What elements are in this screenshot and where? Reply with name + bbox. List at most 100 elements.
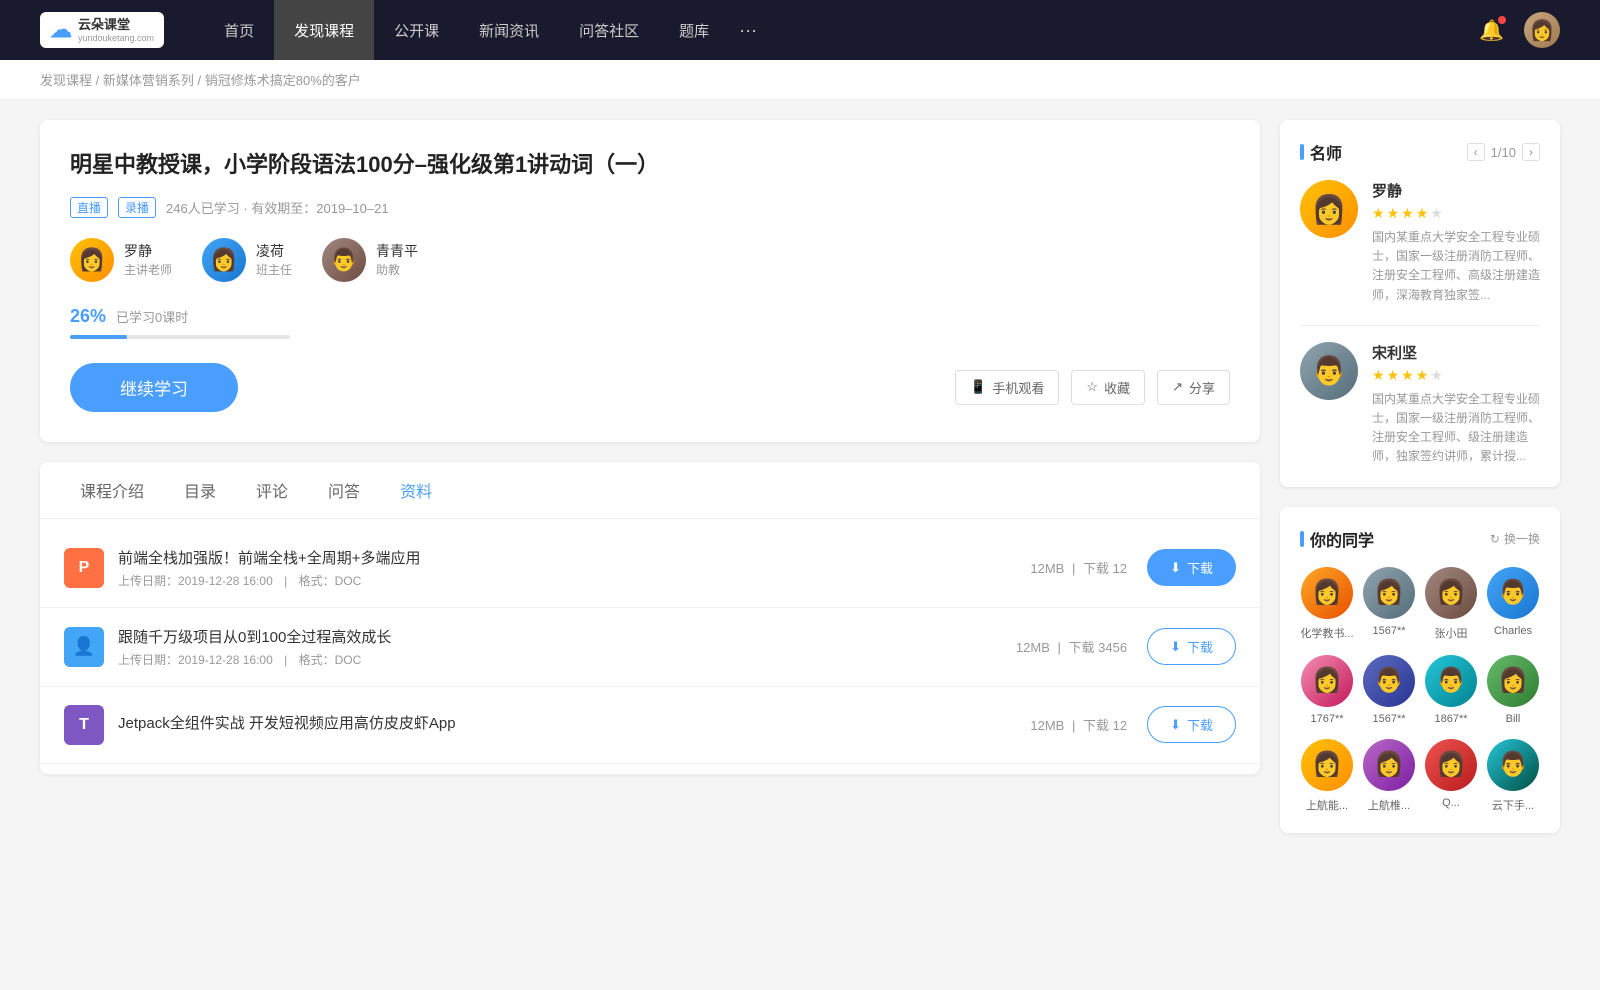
classmate-1[interactable]: 👩 1567** — [1362, 567, 1416, 641]
teacher-2-avatar: 👨 — [322, 238, 366, 282]
teacher-2: 👨 青青平 助教 — [322, 238, 418, 282]
nav-item-home[interactable]: 首页 — [204, 0, 274, 60]
teacher-2-name: 青青平 — [376, 241, 418, 261]
classmates-widget-header: 你的同学 ↻ 换一换 — [1300, 527, 1540, 551]
star-icon: ☆ — [1086, 379, 1098, 395]
nav-item-qa[interactable]: 问答社区 — [559, 0, 659, 60]
breadcrumb: 发现课程 / 新媒体营销系列 / 销冠修炼术搞定80%的客户 — [0, 60, 1600, 100]
classmate-2[interactable]: 👩 张小田 — [1424, 567, 1478, 641]
classmate-name-4: 1767** — [1310, 713, 1343, 725]
nav-more[interactable]: ··· — [729, 20, 767, 41]
file-name-0: 前端全栈加强版！前端全栈+全周期+多端应用 — [118, 547, 1030, 568]
course-title: 明星中教授课，小学阶段语法100分–强化级第1讲动词（一） — [70, 150, 1230, 181]
refresh-icon: ↻ — [1490, 532, 1500, 546]
classmates-widget: 你的同学 ↻ 换一换 👩 化学教书... 👩 1567** 👩 — [1280, 507, 1560, 833]
file-size-0: 12MB | 下载 12 — [1030, 558, 1127, 577]
progress-bar-fill — [70, 335, 127, 339]
teachers-page: 1/10 — [1491, 145, 1516, 160]
navbar: ☁ 云朵课堂 yundouketang.com 首页 发现课程 公开课 新闻资讯… — [0, 0, 1600, 60]
classmate-10[interactable]: 👩 Q... — [1424, 739, 1478, 813]
tab-comments[interactable]: 评论 — [236, 462, 308, 518]
teacher-card-0-avatar: 👩 — [1300, 180, 1358, 238]
continue-learning-button[interactable]: 继续学习 — [70, 363, 238, 412]
breadcrumb-link-2[interactable]: 新媒体营销系列 — [103, 73, 194, 88]
classmate-name-9: 上航椎... — [1368, 797, 1410, 813]
bell-dot — [1498, 16, 1506, 24]
teachers-row: 👩 罗静 主讲老师 👩 凌荷 班主任 👨 青青平 — [70, 238, 1230, 282]
classmates-grid: 👩 化学教书... 👩 1567** 👩 张小田 👨 Charles — [1300, 567, 1540, 813]
tab-materials[interactable]: 资料 — [380, 462, 452, 518]
progress-time: 已学习0课时 — [116, 307, 188, 326]
download-button-1[interactable]: ⬇ 下载 — [1147, 628, 1236, 665]
classmate-name-2: 张小田 — [1435, 625, 1468, 641]
file-info-0: 前端全栈加强版！前端全栈+全周期+多端应用 上传日期：2019-12-28 16… — [118, 547, 1030, 589]
teacher-1-avatar: 👩 — [202, 238, 246, 282]
classmate-name-8: 上航能... — [1306, 797, 1348, 813]
teacher-2-role: 助教 — [376, 261, 418, 278]
classmate-6[interactable]: 👨 1867** — [1424, 655, 1478, 725]
progress-bar-bg — [70, 335, 290, 339]
classmate-0[interactable]: 👩 化学教书... — [1300, 567, 1354, 641]
teacher-card-0-info: 罗静 ★★★★★ 国内某重点大学安全工程专业硕士，国家一级注册消防工程师、注册安… — [1372, 180, 1540, 305]
teacher-card-1-avatar: 👨 — [1300, 342, 1358, 400]
teachers-widget-header: 名师 ‹ 1/10 › — [1300, 140, 1540, 164]
teacher-0-avatar: 👩 — [70, 238, 114, 282]
favorite-label: 收藏 — [1104, 378, 1130, 397]
teacher-card-0: 👩 罗静 ★★★★★ 国内某重点大学安全工程专业硕士，国家一级注册消防工程师、注… — [1300, 180, 1540, 305]
file-icon-2: T — [64, 705, 104, 745]
teachers-next-button[interactable]: › — [1522, 143, 1540, 161]
file-name-1: 跟随千万级项目从0到100全过程高效成长 — [118, 626, 1016, 647]
share-icon: ↗ — [1172, 379, 1183, 395]
teachers-widget-nav: ‹ 1/10 › — [1467, 143, 1540, 161]
classmate-name-10: Q... — [1442, 797, 1460, 809]
download-icon-1: ⬇ — [1170, 639, 1181, 655]
download-button-2[interactable]: ⬇ 下载 — [1147, 706, 1236, 743]
progress-percent: 26% — [70, 306, 106, 327]
file-meta-0: 上传日期：2019-12-28 16:00 | 格式：DOC — [118, 572, 1030, 589]
user-avatar[interactable]: 👩 — [1524, 12, 1560, 48]
tab-qa[interactable]: 问答 — [308, 462, 380, 518]
file-name-2: Jetpack全组件实战 开发短视频应用高仿皮皮虾App — [118, 712, 1030, 733]
file-meta-1: 上传日期：2019-12-28 16:00 | 格式：DOC — [118, 651, 1016, 668]
tab-catalog[interactable]: 目录 — [164, 462, 236, 518]
logo-text: 云朵课堂 — [78, 17, 154, 33]
download-button-0[interactable]: ⬇ 下载 — [1147, 549, 1236, 586]
teacher-0-name: 罗静 — [124, 241, 172, 261]
nav-item-exam[interactable]: 题库 — [659, 0, 729, 60]
nav-right: 🔔 👩 — [1479, 12, 1560, 48]
favorite-button[interactable]: ☆ 收藏 — [1071, 370, 1145, 405]
share-button[interactable]: ↗ 分享 — [1157, 370, 1230, 405]
classmates-widget-title: 你的同学 — [1300, 527, 1374, 551]
classmate-11[interactable]: 👨 云下手... — [1486, 739, 1540, 813]
tag-record: 录播 — [118, 197, 156, 218]
course-meta: 直播 录播 246人已学习 · 有效期至：2019–10–21 — [70, 197, 1230, 218]
refresh-button[interactable]: ↻ 换一换 — [1490, 530, 1540, 547]
breadcrumb-sep-2: / — [198, 73, 205, 88]
mobile-watch-button[interactable]: 📱 手机观看 — [955, 370, 1059, 405]
classmate-5[interactable]: 👨 1567** — [1362, 655, 1416, 725]
file-item-0: P 前端全栈加强版！前端全栈+全周期+多端应用 上传日期：2019-12-28 … — [40, 529, 1260, 608]
download-icon-2: ⬇ — [1170, 717, 1181, 733]
notification-bell[interactable]: 🔔 — [1479, 18, 1504, 43]
teachers-prev-button[interactable]: ‹ — [1467, 143, 1485, 161]
course-meta-text: 246人已学习 · 有效期至：2019–10–21 — [166, 198, 389, 217]
breadcrumb-link-1[interactable]: 发现课程 — [40, 73, 92, 88]
classmate-9[interactable]: 👩 上航椎... — [1362, 739, 1416, 813]
nav-item-open[interactable]: 公开课 — [374, 0, 459, 60]
classmate-name-0: 化学教书... — [1300, 625, 1353, 641]
teacher-1-role: 班主任 — [256, 261, 292, 278]
classmate-4[interactable]: 👩 1767** — [1300, 655, 1354, 725]
logo-area[interactable]: ☁ 云朵课堂 yundouketang.com — [40, 12, 164, 48]
file-icon-0: P — [64, 548, 104, 588]
teacher-card-0-desc: 国内某重点大学安全工程专业硕士，国家一级注册消防工程师、注册安全工程师、高级注册… — [1372, 228, 1540, 305]
classmate-8[interactable]: 👩 上航能... — [1300, 739, 1354, 813]
tabs-header: 课程介绍 目录 评论 问答 资料 — [40, 462, 1260, 519]
nav-item-discover[interactable]: 发现课程 — [274, 0, 374, 60]
teacher-0: 👩 罗静 主讲老师 — [70, 238, 172, 282]
nav-item-news[interactable]: 新闻资讯 — [459, 0, 559, 60]
classmate-7[interactable]: 👩 Bill — [1486, 655, 1540, 725]
breadcrumb-sep-1: / — [96, 73, 103, 88]
classmate-3[interactable]: 👨 Charles — [1486, 567, 1540, 641]
tab-intro[interactable]: 课程介绍 — [60, 462, 164, 518]
course-actions: 继续学习 📱 手机观看 ☆ 收藏 ↗ 分享 — [70, 363, 1230, 412]
